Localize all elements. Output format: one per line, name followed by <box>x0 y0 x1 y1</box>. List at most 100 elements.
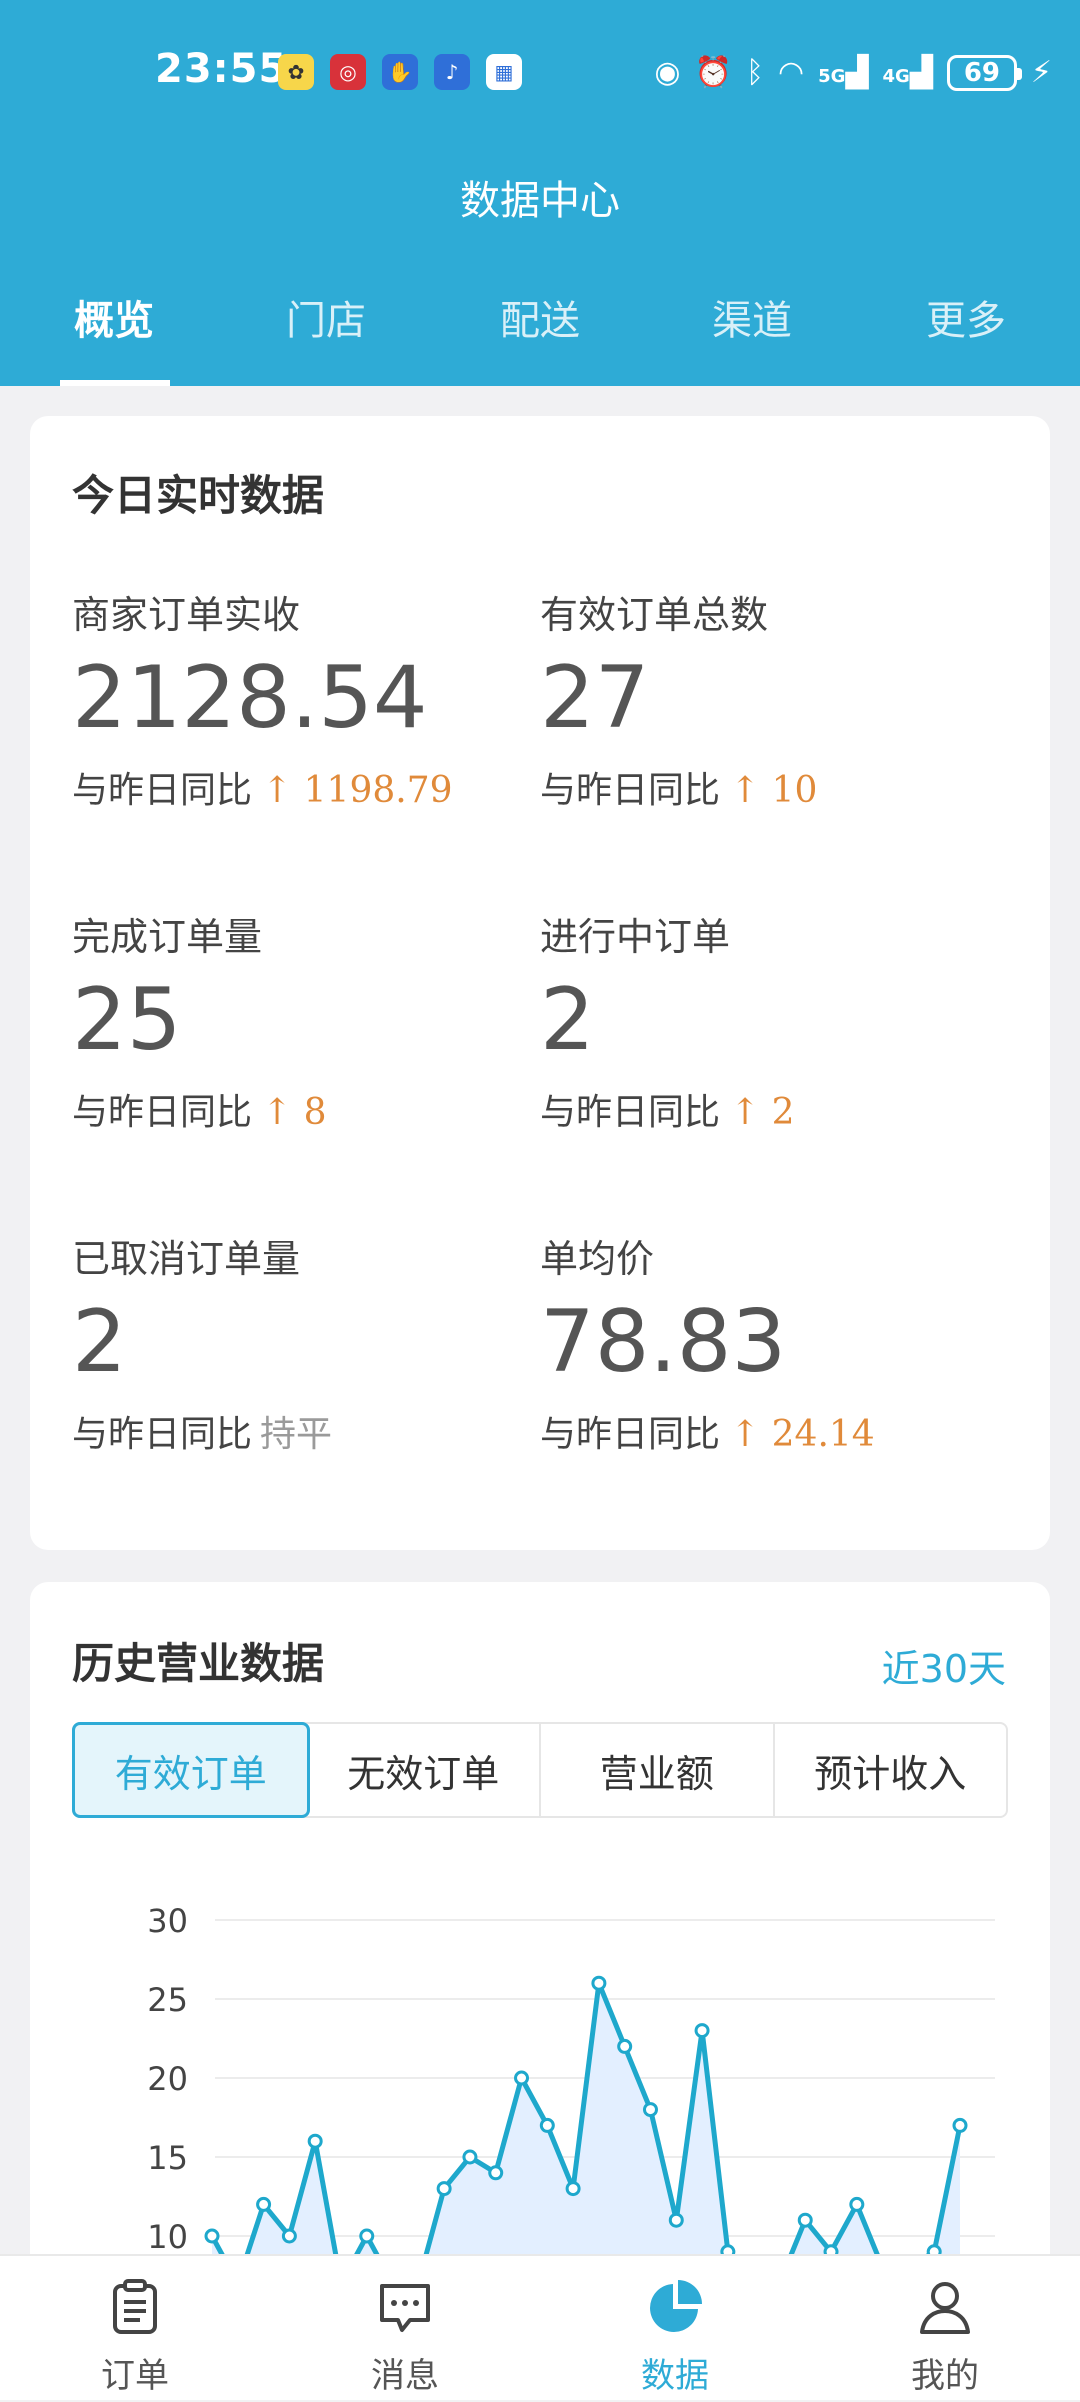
nav-label: 消息 <box>371 2356 439 2396</box>
page-title: 数据中心 <box>460 178 620 224</box>
metric-compare: 与昨日同比 ↑ 2 <box>540 1092 795 1134</box>
chart-point[interactable] <box>952 2117 968 2133</box>
metric-label: 已取消订单量 <box>72 1237 301 1281</box>
y-tick-label: 20 <box>147 2060 188 2098</box>
y-tick-label: 15 <box>147 2139 188 2177</box>
tab-overview[interactable]: 概览 <box>24 288 204 346</box>
chart-point[interactable] <box>591 1975 607 1991</box>
up-arrow-icon: ↑ <box>730 770 761 812</box>
status-time: 23:55 <box>155 46 288 92</box>
tab-active-indicator <box>60 380 170 386</box>
segment-estimated-income[interactable]: 预计收入 <box>775 1724 1007 1816</box>
metric-compare: 与昨日同比 ↑ 8 <box>72 1092 327 1134</box>
y-tick-label: 25 <box>147 1981 188 2019</box>
metric-valid-orders[interactable]: 有效订单总数 27 与昨日同比 ↑ 10 <box>540 584 1000 813</box>
hand-notification-icon: ✋ <box>382 54 418 90</box>
segment-invalid-orders[interactable]: 无效订单 <box>308 1724 541 1816</box>
y-tick-label: 30 <box>147 1902 188 1940</box>
metric-compare: 与昨日同比 ↑ 24.14 <box>540 1414 875 1456</box>
battery-icon: 69 <box>946 55 1022 91</box>
chart-point[interactable] <box>694 2023 710 2039</box>
metric-label: 商家订单实收 <box>72 593 301 637</box>
status-icons: ◉ ⏰ ᛒ ◠ 5G▟ 4G▟ 69 ⚡ <box>654 48 1052 98</box>
metric-value: 2128.54 <box>72 648 428 748</box>
signal-5g-icon: 5G▟ <box>818 55 869 90</box>
metric-in-progress-orders[interactable]: 进行中订单 2 与昨日同比 ↑ 2 <box>540 906 1000 1135</box>
nav-label: 订单 <box>101 2356 169 2396</box>
chart-point[interactable] <box>462 2149 478 2165</box>
metric-value: 27 <box>540 648 650 748</box>
metric-value: 78.83 <box>540 1292 787 1392</box>
nav-label: 数据 <box>641 2356 709 2396</box>
chart-point[interactable] <box>797 2212 813 2228</box>
user-icon <box>920 2282 970 2334</box>
up-arrow-icon: ↑ <box>262 770 293 812</box>
history-title: 历史营业数据 <box>72 1639 325 1688</box>
metric-segmented-control: 有效订单 无效订单 营业额 预计收入 <box>72 1722 1008 1818</box>
nav-data[interactable]: 数据 <box>540 2256 810 2402</box>
chart-point[interactable] <box>204 2228 220 2244</box>
segment-valid-orders[interactable]: 有效订单 <box>72 1722 310 1818</box>
metric-compare: 与昨日同比 持平 <box>72 1414 333 1456</box>
charging-icon: ⚡ <box>1030 55 1052 90</box>
pie-chart-icon <box>650 2280 702 2332</box>
signal-4g-icon: 4G▟ <box>882 55 933 90</box>
tab-more[interactable]: 更多 <box>876 288 1056 346</box>
tab-stores[interactable]: 门店 <box>236 288 416 346</box>
chart-point[interactable] <box>617 2038 633 2054</box>
chart-point[interactable] <box>668 2212 684 2228</box>
chart-point[interactable] <box>565 2181 581 2197</box>
nav-orders[interactable]: 订单 <box>0 2256 270 2402</box>
metric-compare: 与昨日同比 ↑ 10 <box>540 770 818 812</box>
nav-label: 我的 <box>911 2356 979 2396</box>
nav-messages[interactable]: 消息 <box>270 2256 540 2402</box>
chart-point[interactable] <box>281 2228 297 2244</box>
tab-channels[interactable]: 渠道 <box>662 288 842 346</box>
metric-value: 2 <box>540 970 595 1070</box>
segment-revenue[interactable]: 营业额 <box>541 1724 775 1816</box>
bottom-navigation: 订单 消息 数据 我的 <box>0 2254 1080 2400</box>
chart-point[interactable] <box>359 2228 375 2244</box>
bluetooth-icon: ᛒ <box>745 55 764 90</box>
message-icon <box>380 2284 430 2332</box>
bank-notification-icon: ◎ <box>330 54 366 90</box>
app-header: 23:55 ✿ ◎ ✋ ♪ ▦ ◉ ⏰ ᛒ ◠ 5G▟ 4G▟ 69 ⚡ 数据中… <box>0 0 1080 386</box>
metric-label: 有效订单总数 <box>540 593 769 637</box>
chart-point[interactable] <box>307 2133 323 2149</box>
realtime-card: 今日实时数据 商家订单实收 2128.54 与昨日同比 ↑ 1198.79 有效订… <box>30 416 1050 1550</box>
alarm-icon: ⏰ <box>694 55 732 90</box>
up-arrow-icon: ↑ <box>262 1092 293 1134</box>
compare-flat-text: 持平 <box>260 1414 333 1456</box>
range-selector-link[interactable]: 近30天 <box>882 1638 1006 1693</box>
chart-point[interactable] <box>514 2070 530 2086</box>
status-bar: 23:55 ✿ ◎ ✋ ♪ ▦ ◉ ⏰ ᛒ ◠ 5G▟ 4G▟ 69 ⚡ <box>0 38 1080 108</box>
metric-cancelled-orders[interactable]: 已取消订单量 2 与昨日同比 持平 <box>72 1228 532 1457</box>
realtime-title: 今日实时数据 <box>72 471 325 520</box>
chart-point[interactable] <box>539 2117 555 2133</box>
metric-label: 进行中订单 <box>540 915 731 959</box>
voice-notification-icon: ♪ <box>434 54 470 90</box>
chart-point[interactable] <box>488 2165 504 2181</box>
metric-label: 完成订单量 <box>72 915 263 959</box>
clipboard-icon <box>113 2279 157 2334</box>
up-arrow-icon: ↑ <box>730 1414 761 1456</box>
metric-value: 2 <box>72 1292 127 1392</box>
metric-completed-orders[interactable]: 完成订单量 25 与昨日同比 ↑ 8 <box>72 906 532 1135</box>
app-notification-icon: ✿ <box>278 54 314 90</box>
chart-point[interactable] <box>256 2196 272 2212</box>
wifi-icon: ◠ <box>777 55 805 90</box>
metric-value: 25 <box>72 970 182 1070</box>
metric-compare: 与昨日同比 ↑ 1198.79 <box>72 770 453 812</box>
chart-point[interactable] <box>642 2102 658 2118</box>
metric-avg-price[interactable]: 单均价 78.83 与昨日同比 ↑ 24.14 <box>540 1228 1000 1457</box>
up-arrow-icon: ↑ <box>730 1092 761 1134</box>
chart-point[interactable] <box>849 2196 865 2212</box>
chart-point[interactable] <box>436 2181 452 2197</box>
eye-icon: ◉ <box>654 55 681 90</box>
nav-profile[interactable]: 我的 <box>810 2256 1080 2402</box>
tab-delivery[interactable]: 配送 <box>450 288 630 346</box>
calendar-notification-icon: ▦ <box>486 54 522 90</box>
top-tabs: 概览 门店 配送 渠道 更多 <box>0 280 1080 386</box>
y-tick-label: 10 <box>147 2218 188 2256</box>
metric-revenue[interactable]: 商家订单实收 2128.54 与昨日同比 ↑ 1198.79 <box>72 584 532 813</box>
